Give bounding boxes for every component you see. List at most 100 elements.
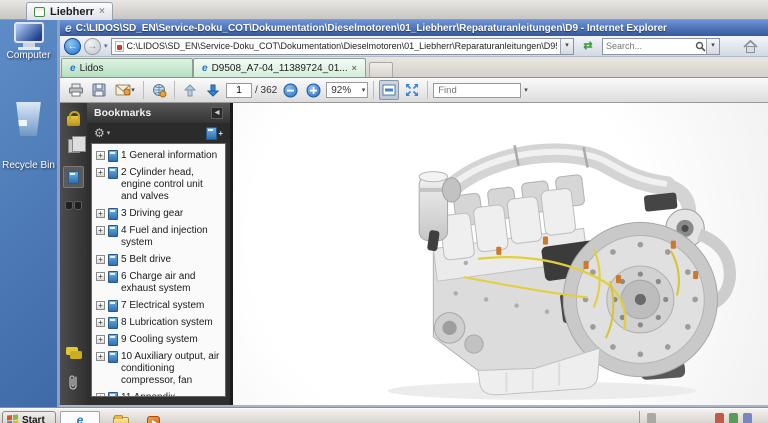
attachments-paperclip-icon[interactable] <box>68 374 79 397</box>
find-dropdown-icon[interactable]: ▾ <box>524 86 528 94</box>
tray-separator <box>639 411 640 423</box>
expand-plus-icon[interactable]: + <box>96 301 105 310</box>
scrolling-mode-button[interactable] <box>379 80 399 100</box>
next-page-button[interactable] <box>203 80 223 100</box>
email-dropdown-icon[interactable]: ▾ <box>131 86 135 94</box>
search-icon[interactable] <box>695 41 706 52</box>
expand-plus-icon[interactable]: + <box>96 151 105 160</box>
address-dropdown-button[interactable]: ▾ <box>560 39 573 54</box>
tray-icon[interactable] <box>715 413 724 423</box>
desktop-icon-computer[interactable]: Computer <box>0 22 57 61</box>
nav-history-dropdown-icon[interactable]: ▾ <box>104 42 108 50</box>
recycle-bin-icon <box>15 102 43 136</box>
expand-plus-icon[interactable]: + <box>96 209 105 218</box>
bookmark-item[interactable]: + 11 Appendix <box>96 392 222 397</box>
bookmark-icon <box>108 351 118 363</box>
bookmark-label: 7 Electrical system <box>121 300 222 312</box>
bookmark-icon <box>108 300 118 312</box>
search-input[interactable] <box>603 41 695 51</box>
bookmark-item[interactable]: + 1 General information <box>96 150 222 162</box>
bookmarks-panel-button[interactable] <box>63 166 84 188</box>
tab-lidos[interactable]: e Lidos <box>61 58 193 77</box>
back-button[interactable]: ← <box>64 38 81 55</box>
expand-plus-icon[interactable]: + <box>96 318 105 327</box>
windows-flag-icon <box>7 414 18 423</box>
expand-bookmark-button[interactable]: + <box>206 127 223 140</box>
desktop-icon-recycle-bin[interactable]: Recycle Bin <box>0 102 57 171</box>
bookmark-icon <box>108 167 118 179</box>
expand-plus-icon[interactable]: + <box>96 352 105 361</box>
tray-icon[interactable] <box>647 413 656 423</box>
panel-collapse-button[interactable]: ◀ <box>211 107 223 119</box>
search-dropdown-button[interactable]: ▾ <box>706 39 719 54</box>
zoom-level-select[interactable]: 92% ▾ <box>326 82 368 98</box>
bookmark-item[interactable]: + 6 Charge air and exhaust system <box>96 271 222 295</box>
bookmark-item[interactable]: + 10 Auxiliary output, air conditioning … <box>96 351 222 387</box>
print-button[interactable] <box>66 80 86 100</box>
search-binoculars-icon[interactable] <box>65 201 82 210</box>
engine-image <box>341 129 753 405</box>
expand-plus-icon[interactable]: + <box>96 168 105 177</box>
ie-tab-icon: e <box>70 63 76 74</box>
bookmark-item[interactable]: + 8 Lubrication system <box>96 317 222 329</box>
bookmark-item[interactable]: + 4 Fuel and injection system <box>96 225 222 249</box>
save-button[interactable] <box>89 80 109 100</box>
comments-icon[interactable] <box>66 347 82 359</box>
address-field[interactable]: C:\LIDOS\SD_EN\Service-Doku_COT\Dokument… <box>111 38 574 55</box>
taskbar-app-button[interactable] <box>142 411 164 423</box>
bookmark-item[interactable]: + 5 Belt drive <box>96 254 222 266</box>
bookmark-label: 5 Belt drive <box>121 254 222 266</box>
desktop: Computer Recycle Bin <box>0 20 57 408</box>
zoom-out-button[interactable] <box>280 80 300 100</box>
bookmark-item[interactable]: + 7 Electrical system <box>96 300 222 312</box>
app-tab-close-icon[interactable]: × <box>99 7 105 17</box>
bookmark-item[interactable]: + 3 Driving gear <box>96 208 222 220</box>
zoom-dropdown-icon: ▾ <box>362 86 368 94</box>
app-tab-liebherr[interactable]: Liebherr × <box>26 2 113 20</box>
expand-plus-icon[interactable]: + <box>96 272 105 281</box>
tab-document[interactable]: e D9508_A7-04_11389724_01... × <box>193 58 366 77</box>
start-button[interactable]: Start <box>2 411 56 423</box>
bookmark-icon <box>108 392 118 397</box>
bookmark-label: 4 Fuel and injection system <box>121 225 222 249</box>
previous-page-button[interactable] <box>180 80 200 100</box>
gear-icon[interactable]: ⚙ <box>94 127 105 139</box>
tray-icon[interactable] <box>729 413 738 423</box>
app-orange-icon <box>147 416 160 423</box>
bookmark-label: 10 Auxiliary output, air conditioning co… <box>121 351 222 387</box>
home-icon[interactable] <box>743 40 758 53</box>
bookmark-label: 3 Driving gear <box>121 208 222 220</box>
search-box[interactable]: ▾ <box>602 38 720 55</box>
tab-close-icon[interactable]: × <box>352 63 357 73</box>
new-tab-button[interactable] <box>369 62 393 77</box>
bookmark-icon <box>108 317 118 329</box>
expand-plus-icon[interactable]: + <box>96 226 105 235</box>
ie-taskbar-icon: e <box>77 413 84 423</box>
forward-button[interactable]: → <box>84 38 101 55</box>
gear-dropdown-icon[interactable]: ▾ <box>107 129 111 137</box>
ie-window: e C:\LIDOS\SD_EN\Service-Doku_COT\Dokume… <box>57 20 768 408</box>
fit-window-button[interactable] <box>402 80 422 100</box>
expand-plus-icon[interactable]: + <box>96 255 105 264</box>
find-input[interactable] <box>433 83 521 98</box>
bookmark-item[interactable]: + 2 Cylinder head, engine control unit a… <box>96 167 222 203</box>
taskbar-ie-button[interactable]: e <box>60 411 100 423</box>
expand-plus-icon[interactable]: + <box>96 393 105 397</box>
ie-tab-icon: e <box>202 63 208 74</box>
bookmark-label: 1 General information <box>121 150 222 162</box>
screen: Liebherr × Computer Recycle Bin e C:\LID… <box>0 0 768 423</box>
refresh-button[interactable]: ⇄ <box>577 38 599 55</box>
ie-logo-icon: e <box>65 22 72 34</box>
web-collaboration-button[interactable] <box>149 80 169 100</box>
tray-icon[interactable] <box>743 413 752 423</box>
expand-plus-icon[interactable]: + <box>96 335 105 344</box>
window-titlebar[interactable]: e C:\LIDOS\SD_EN\Service-Doku_COT\Dokume… <box>60 20 768 36</box>
taskbar-folder-button[interactable] <box>106 411 136 423</box>
bookmark-item[interactable]: + 9 Cooling system <box>96 334 222 346</box>
zoom-in-button[interactable] <box>303 80 323 100</box>
page-thumbnails-icon[interactable] <box>68 139 80 153</box>
email-share-button[interactable]: ▾ <box>112 80 138 100</box>
security-lock-icon[interactable] <box>67 116 80 126</box>
computer-icon <box>14 22 44 43</box>
page-number-input[interactable] <box>226 83 252 98</box>
